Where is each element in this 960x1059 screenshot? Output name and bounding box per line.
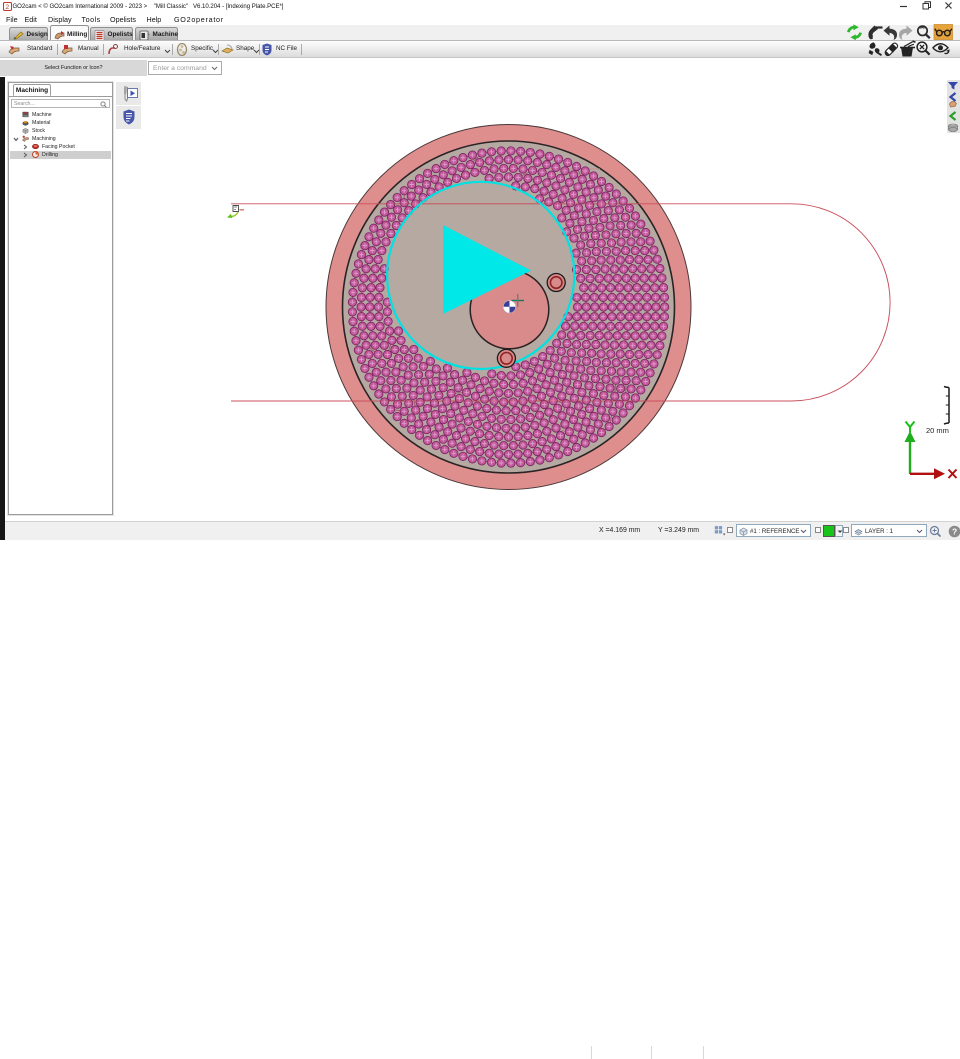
svg-text:20 mm: 20 mm <box>926 426 949 435</box>
svg-text:2: 2 <box>5 4 9 11</box>
svg-text:?: ? <box>952 527 957 537</box>
